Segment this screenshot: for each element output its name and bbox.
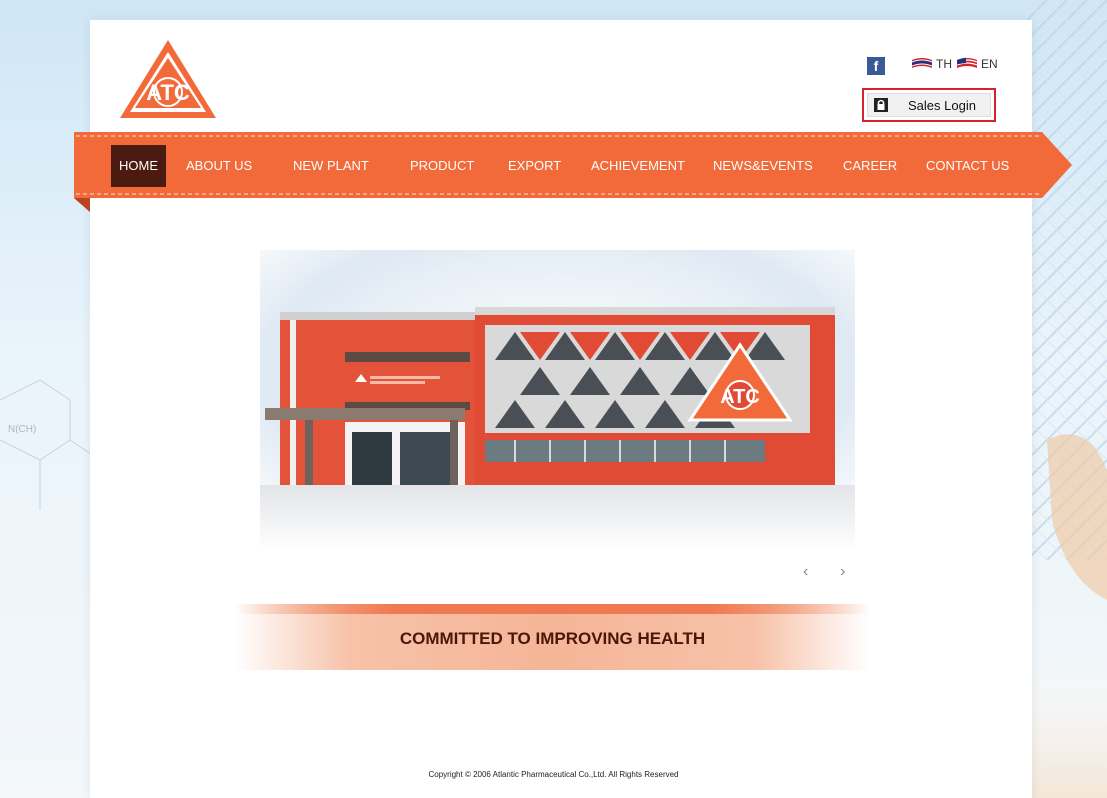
nav-new-plant[interactable]: NEW PLANT [293, 145, 369, 187]
atc-logo[interactable]: ATC [118, 38, 218, 120]
sales-login-label: Sales Login [908, 97, 976, 113]
sales-login-inner[interactable]: Sales Login [867, 93, 991, 117]
slider-next-button[interactable]: › [840, 563, 845, 581]
language-th-label: TH [936, 57, 952, 71]
nav-news-events[interactable]: NEWS&EVENTS [713, 145, 813, 187]
slider-prev-button[interactable]: ‹ [803, 563, 808, 581]
background-hexagon-lines [0, 379, 100, 510]
sales-login-button[interactable]: Sales Login [862, 88, 996, 122]
building-logo-text: ATC [720, 386, 760, 408]
thailand-flag-icon [912, 58, 932, 68]
nav-achievement[interactable]: ACHIEVEMENT [591, 145, 685, 187]
hero-building-image: ATC [260, 250, 855, 550]
nav-about-us[interactable]: ABOUT US [186, 145, 252, 187]
facebook-icon[interactable]: f [867, 57, 885, 75]
language-en-label: EN [981, 57, 998, 71]
background-grid-pattern [1027, 0, 1107, 798]
nav-export[interactable]: EXPORT [508, 145, 561, 187]
language-th-link[interactable]: TH [911, 57, 952, 71]
nav-product[interactable]: PRODUCT [410, 145, 474, 187]
logo-text: ATC [146, 80, 190, 105]
nav-home[interactable]: HOME [111, 145, 166, 187]
usa-flag-icon [956, 57, 978, 68]
language-en-link[interactable]: EN [956, 57, 998, 71]
background-chemical-label: N(CH) [8, 424, 37, 435]
nav-contact-us[interactable]: CONTACT US [926, 145, 1009, 187]
tagline-top-stripe [235, 604, 870, 614]
tagline-text: COMMITTED TO IMPROVING HEALTH [399, 629, 706, 648]
lock-icon [874, 98, 888, 112]
nav-career[interactable]: CAREER [843, 145, 897, 187]
copyright-text: Copyright © 2006 Atlantic Pharmaceutical… [428, 770, 679, 779]
